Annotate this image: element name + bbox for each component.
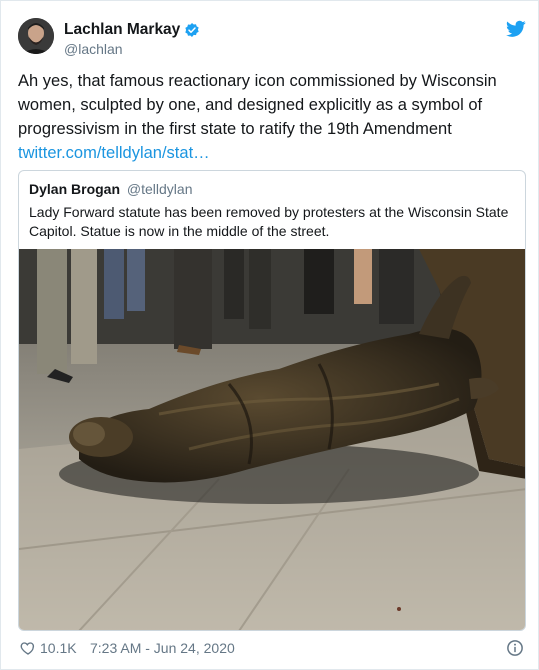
quoted-tweet[interactable]: Dylan Brogan @telldylan Lady Forward sta… [18, 170, 526, 631]
tweet-card: Lachlan Markay @lachlan Ah yes, that fam… [0, 0, 539, 670]
quoted-author-handle: @telldylan [126, 181, 193, 197]
quoted-tweet-text: Lady Forward statute has been removed by… [29, 204, 509, 239]
tweet-text: Ah yes, that famous reactionary icon com… [18, 72, 497, 138]
author-info: Lachlan Markay @lachlan [64, 20, 200, 57]
verified-badge-icon [185, 23, 199, 37]
tweet-body: Ah yes, that famous reactionary icon com… [18, 69, 526, 165]
twitter-bird-icon[interactable] [506, 20, 526, 38]
like-count[interactable]: 10.1K [40, 640, 77, 656]
tweet-timestamp[interactable]: 7:23 AM - Jun 24, 2020 [90, 640, 235, 656]
quoted-author-name: Dylan Brogan [29, 181, 121, 197]
tweet-footer: 10.1K 7:23 AM - Jun 24, 2020 [18, 639, 526, 659]
tweet-header: Lachlan Markay @lachlan [18, 18, 526, 58]
info-icon[interactable] [506, 639, 524, 657]
heart-icon[interactable] [20, 640, 36, 656]
quoted-tweet-photo[interactable] [19, 249, 525, 630]
author-handle[interactable]: @lachlan [64, 41, 200, 57]
author-name[interactable]: Lachlan Markay [64, 21, 180, 39]
quoted-tweet-header: Dylan Brogan @telldylan [29, 181, 192, 197]
author-avatar[interactable] [18, 18, 54, 54]
author-name-row: Lachlan Markay [64, 20, 200, 40]
tweet-link[interactable]: twitter.com/telldylan/stat… [18, 141, 526, 165]
